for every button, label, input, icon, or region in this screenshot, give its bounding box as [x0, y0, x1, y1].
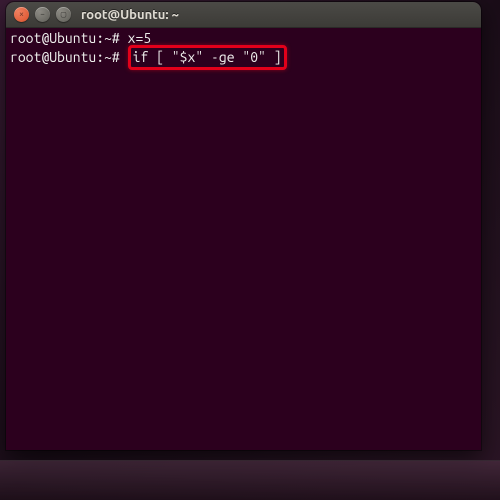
window-controls: × – ▢: [14, 7, 71, 22]
close-icon[interactable]: ×: [14, 7, 29, 22]
highlighted-command: if [ "$x" -ge "0" ]: [128, 45, 287, 70]
terminal-window: × – ▢ root@Ubuntu: ~ root@Ubuntu:~# x=5 …: [6, 2, 481, 450]
terminal-line: root@Ubuntu:~# if [ "$x" -ge "0" ]: [10, 47, 477, 70]
desktop-taskbar[interactable]: [0, 460, 500, 500]
command-text: x=5: [128, 30, 152, 46]
maximize-icon[interactable]: ▢: [56, 7, 71, 22]
titlebar[interactable]: × – ▢ root@Ubuntu: ~: [6, 2, 481, 28]
minimize-icon[interactable]: –: [35, 7, 50, 22]
prompt: root@Ubuntu:~#: [10, 49, 128, 65]
terminal-body[interactable]: root@Ubuntu:~# x=5 root@Ubuntu:~# if [ "…: [6, 28, 481, 450]
window-title: root@Ubuntu: ~: [81, 8, 179, 22]
prompt: root@Ubuntu:~#: [10, 30, 128, 46]
